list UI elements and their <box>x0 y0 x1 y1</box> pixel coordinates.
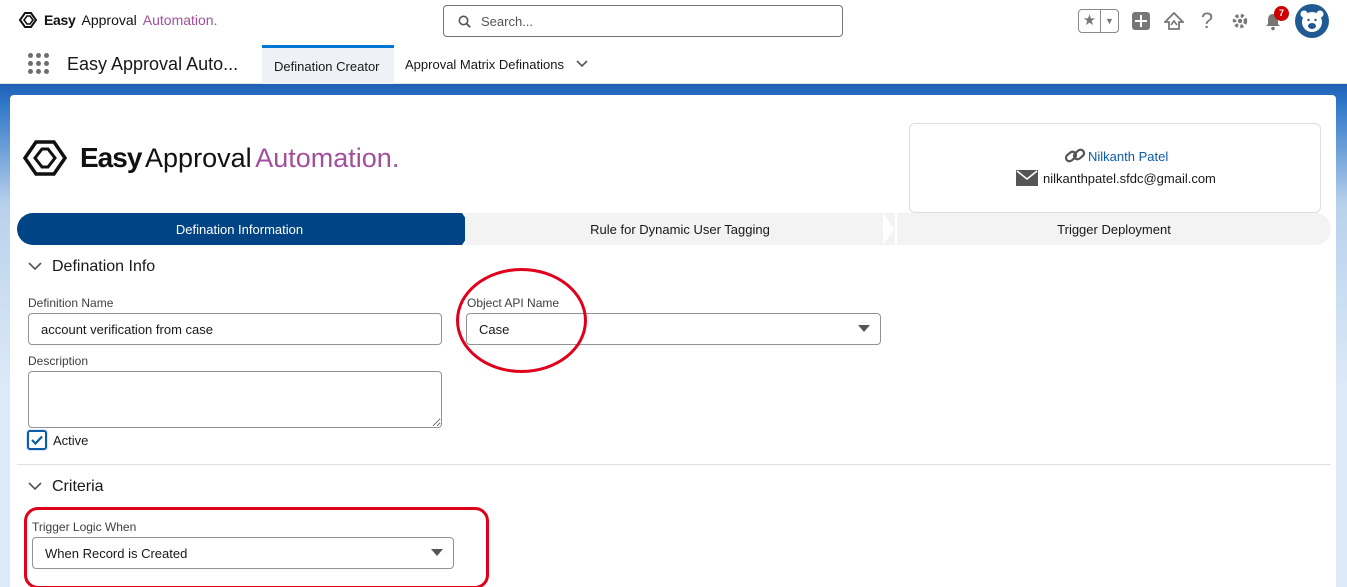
profile-name-link[interactable]: Nilkanth Patel <box>1064 146 1168 166</box>
dropdown-arrow-icon <box>858 325 870 332</box>
path-step-defination-information[interactable]: Defination Information <box>17 213 473 245</box>
section-header-defination-info[interactable]: Defination Info <box>28 258 155 276</box>
app-launcher-icon[interactable] <box>28 53 50 75</box>
brand-logo-icon <box>18 12 38 28</box>
chevron-down-icon[interactable] <box>28 260 42 274</box>
chevron-down-icon[interactable] <box>576 59 588 71</box>
brand-word-approval: Approval <box>81 12 137 28</box>
search-icon <box>458 15 471 28</box>
star-icon[interactable]: ★ <box>1079 10 1101 32</box>
profile-email-text: nilkanthpatel.sfdc@gmail.com <box>1043 170 1216 186</box>
app-name: Easy Approval Auto... <box>67 54 239 74</box>
progress-path: Defination Information Rule for Dynamic … <box>17 213 1331 245</box>
help-icon[interactable]: ? <box>1196 8 1218 33</box>
definition-name-value: account verification from case <box>41 321 213 337</box>
section-header-criteria[interactable]: Criteria <box>28 478 104 496</box>
definition-name-label: Definition Name <box>28 296 114 310</box>
gear-icon[interactable] <box>1229 10 1251 32</box>
annotation-circle <box>456 268 587 373</box>
hero-logo: Easy Approval Automation. <box>22 138 399 178</box>
tab-label: Defination Creator <box>274 58 380 74</box>
path-separator <box>883 213 894 245</box>
chevron-down-icon[interactable] <box>28 480 42 494</box>
path-step-label: Defination Information <box>175 221 304 237</box>
active-label: Active <box>53 433 89 448</box>
active-checkbox[interactable] <box>27 430 47 450</box>
tab-defination-creator[interactable]: Defination Creator <box>262 45 394 84</box>
trailhead-icon[interactable] <box>1163 10 1185 32</box>
definition-name-input[interactable]: account verification from case <box>28 313 442 345</box>
description-label: Description <box>28 354 89 368</box>
section-title: Defination Info <box>52 258 156 275</box>
profile-name: Nilkanth Patel <box>1088 148 1169 164</box>
global-header: Easy Approval Automation. Search... ★ ▼ … <box>0 0 1347 44</box>
brand-logo-icon <box>22 140 68 176</box>
profile-card: Nilkanth Patel nilkanthpatel.sfdc@gmail.… <box>909 123 1321 213</box>
app-navigation-bar: Easy Approval Auto... Defination Creator… <box>0 44 1347 84</box>
section-title: Criteria <box>52 478 104 495</box>
path-step-label: Rule for Dynamic User Tagging <box>590 221 770 237</box>
link-icon <box>1064 148 1086 163</box>
checkmark-icon <box>31 435 43 445</box>
brand-word-automation: Automation. <box>142 12 218 28</box>
hero-word-approval: Approval <box>145 143 252 173</box>
profile-email: nilkanthpatel.sfdc@gmail.com <box>1016 170 1216 186</box>
path-step-trigger-deployment[interactable]: Trigger Deployment <box>897 213 1331 245</box>
path-step-rule-for-dynamic-user-tagging[interactable]: Rule for Dynamic User Tagging <box>465 213 895 245</box>
chevron-down-icon[interactable]: ▼ <box>1101 16 1118 26</box>
hero-word-easy: Easy <box>80 142 142 173</box>
section-divider <box>17 464 1331 465</box>
path-step-label: Trigger Deployment <box>1057 221 1171 237</box>
hero-word-automation: Automation. <box>255 143 400 173</box>
global-search-input[interactable]: Search... <box>443 5 843 37</box>
tab-approval-matrix-definations[interactable]: Approval Matrix Definations <box>393 45 600 84</box>
notification-badge: 7 <box>1274 6 1289 21</box>
bell-icon[interactable]: 7 <box>1262 6 1289 32</box>
brand-word-easy: Easy <box>44 12 76 28</box>
description-textarea[interactable] <box>28 371 442 428</box>
tab-label: Approval Matrix Definations <box>405 57 564 72</box>
email-icon <box>1016 170 1038 186</box>
add-icon[interactable] <box>1130 10 1152 32</box>
header-tools: ★ ▼ ? 7 <box>1078 4 1329 38</box>
annotation-box <box>24 507 489 587</box>
search-placeholder: Search... <box>481 13 534 29</box>
brand-logo[interactable]: Easy Approval Automation. <box>18 11 217 29</box>
avatar[interactable] <box>1295 4 1329 38</box>
favorites-button[interactable]: ★ ▼ <box>1078 9 1119 33</box>
